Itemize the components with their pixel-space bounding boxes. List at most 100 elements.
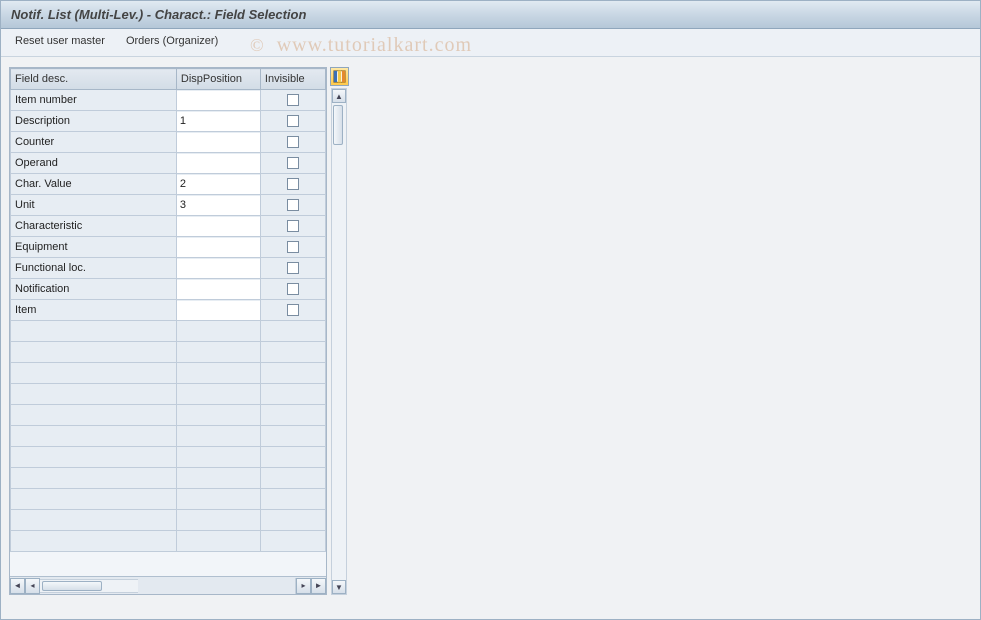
cell-invisible[interactable]	[260, 468, 325, 489]
cell-field-desc[interactable]: Unit	[11, 195, 177, 216]
cell-field-desc[interactable]	[11, 384, 177, 405]
invisible-checkbox[interactable]	[287, 94, 299, 106]
invisible-checkbox[interactable]	[287, 115, 299, 127]
cell-disp-position[interactable]	[176, 531, 260, 552]
cell-disp-position[interactable]	[176, 258, 260, 279]
disp-position-input[interactable]	[177, 259, 260, 278]
cell-disp-position[interactable]	[176, 447, 260, 468]
cell-disp-position[interactable]	[176, 405, 260, 426]
cell-invisible[interactable]	[260, 174, 325, 195]
disp-position-input[interactable]	[177, 133, 260, 152]
cell-field-desc[interactable]	[11, 405, 177, 426]
table-row[interactable]	[11, 531, 326, 552]
table-row[interactable]: Functional loc.	[11, 258, 326, 279]
invisible-checkbox[interactable]	[287, 178, 299, 190]
table-row[interactable]	[11, 447, 326, 468]
cell-field-desc[interactable]: Char. Value	[11, 174, 177, 195]
invisible-checkbox[interactable]	[287, 136, 299, 148]
cell-disp-position[interactable]	[176, 468, 260, 489]
invisible-checkbox[interactable]	[287, 157, 299, 169]
vscroll-down-button[interactable]: ▼	[332, 580, 346, 594]
table-row[interactable]: Item number	[11, 90, 326, 111]
cell-field-desc[interactable]: Characteristic	[11, 216, 177, 237]
invisible-checkbox[interactable]	[287, 241, 299, 253]
cell-invisible[interactable]	[260, 405, 325, 426]
cell-field-desc[interactable]	[11, 321, 177, 342]
cell-invisible[interactable]	[260, 489, 325, 510]
cell-disp-position[interactable]	[176, 510, 260, 531]
cell-disp-position[interactable]	[176, 174, 260, 195]
cell-field-desc[interactable]	[11, 510, 177, 531]
cell-field-desc[interactable]	[11, 363, 177, 384]
cell-field-desc[interactable]	[11, 447, 177, 468]
cell-invisible[interactable]	[260, 90, 325, 111]
cell-field-desc[interactable]	[11, 489, 177, 510]
table-row[interactable]	[11, 489, 326, 510]
hscroll-right-button[interactable]: ►	[311, 578, 326, 594]
cell-invisible[interactable]	[260, 321, 325, 342]
cell-disp-position[interactable]	[176, 216, 260, 237]
table-row[interactable]: Characteristic	[11, 216, 326, 237]
cell-field-desc[interactable]: Notification	[11, 279, 177, 300]
cell-invisible[interactable]	[260, 426, 325, 447]
cell-invisible[interactable]	[260, 300, 325, 321]
invisible-checkbox[interactable]	[287, 283, 299, 295]
cell-field-desc[interactable]: Counter	[11, 132, 177, 153]
table-row[interactable]	[11, 426, 326, 447]
cell-invisible[interactable]	[260, 384, 325, 405]
vscroll-up-button[interactable]: ▲	[332, 89, 346, 103]
invisible-checkbox[interactable]	[287, 304, 299, 316]
horizontal-scrollbar[interactable]: ◄ ◂ ▸ ►	[10, 576, 326, 594]
cell-invisible[interactable]	[260, 195, 325, 216]
cell-disp-position[interactable]	[176, 363, 260, 384]
cell-invisible[interactable]	[260, 216, 325, 237]
cell-field-desc[interactable]	[11, 426, 177, 447]
cell-field-desc[interactable]	[11, 531, 177, 552]
table-row[interactable]	[11, 468, 326, 489]
cell-invisible[interactable]	[260, 531, 325, 552]
disp-position-input[interactable]	[177, 112, 260, 131]
invisible-checkbox[interactable]	[287, 199, 299, 211]
cell-disp-position[interactable]	[176, 153, 260, 174]
col-header-disp-position[interactable]: DispPosition	[176, 69, 260, 90]
cell-field-desc[interactable]: Description	[11, 111, 177, 132]
disp-position-input[interactable]	[177, 196, 260, 215]
cell-field-desc[interactable]: Functional loc.	[11, 258, 177, 279]
vertical-scrollbar[interactable]: ▲ ▼	[331, 88, 347, 595]
cell-disp-position[interactable]	[176, 279, 260, 300]
cell-invisible[interactable]	[260, 237, 325, 258]
cell-disp-position[interactable]	[176, 132, 260, 153]
cell-field-desc[interactable]: Item	[11, 300, 177, 321]
hscroll-left-button[interactable]: ◄	[10, 578, 25, 594]
disp-position-input[interactable]	[177, 175, 260, 194]
table-row[interactable]: Notification	[11, 279, 326, 300]
disp-position-input[interactable]	[177, 301, 260, 320]
disp-position-input[interactable]	[177, 280, 260, 299]
cell-disp-position[interactable]	[176, 90, 260, 111]
table-row[interactable]: Counter	[11, 132, 326, 153]
vscroll-track[interactable]	[332, 103, 346, 580]
table-row[interactable]: Description	[11, 111, 326, 132]
disp-position-input[interactable]	[177, 91, 260, 110]
orders-organizer-button[interactable]: Orders (Organizer)	[126, 35, 218, 47]
cell-field-desc[interactable]	[11, 468, 177, 489]
table-row[interactable]	[11, 405, 326, 426]
cell-invisible[interactable]	[260, 153, 325, 174]
disp-position-input[interactable]	[177, 238, 260, 257]
cell-disp-position[interactable]	[176, 111, 260, 132]
hscroll-step-left-button[interactable]: ◂	[25, 578, 40, 594]
disp-position-input[interactable]	[177, 217, 260, 236]
col-header-field-desc[interactable]: Field desc.	[11, 69, 177, 90]
cell-disp-position[interactable]	[176, 321, 260, 342]
cell-disp-position[interactable]	[176, 195, 260, 216]
table-row[interactable]	[11, 321, 326, 342]
cell-invisible[interactable]	[260, 447, 325, 468]
cell-field-desc[interactable]: Item number	[11, 90, 177, 111]
table-row[interactable]	[11, 363, 326, 384]
cell-invisible[interactable]	[260, 510, 325, 531]
table-row[interactable]	[11, 384, 326, 405]
hscroll-thumb[interactable]	[42, 581, 102, 591]
cell-invisible[interactable]	[260, 258, 325, 279]
vscroll-thumb[interactable]	[333, 105, 343, 145]
table-row[interactable]: Equipment	[11, 237, 326, 258]
